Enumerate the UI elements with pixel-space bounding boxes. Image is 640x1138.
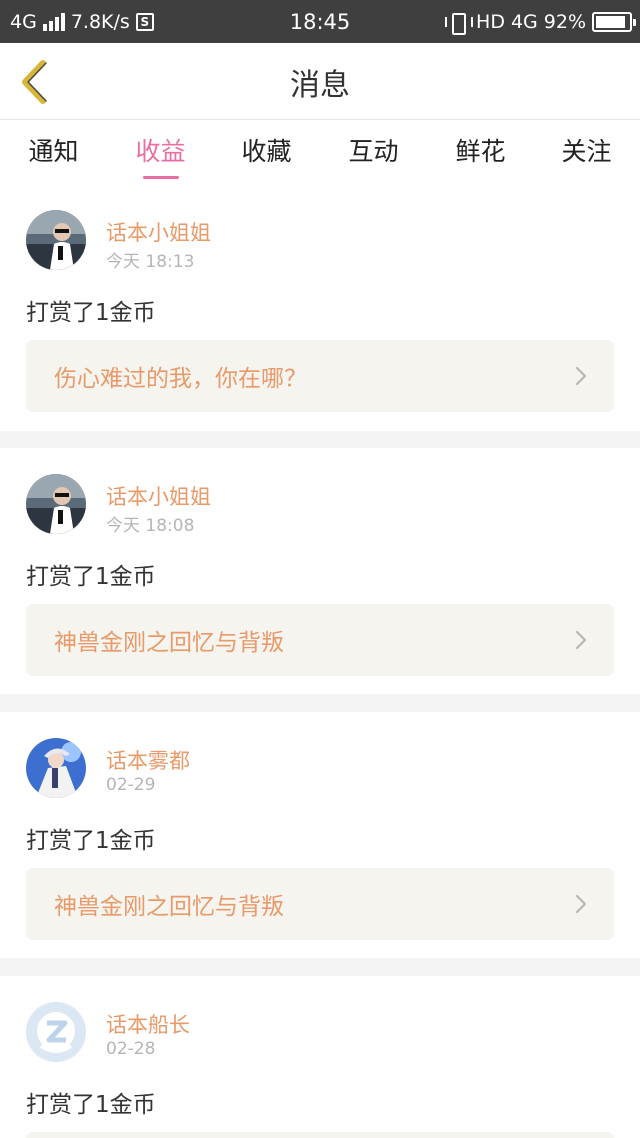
- tab-label: 鲜花: [455, 137, 506, 166]
- action-text: 打赏了1金币: [26, 300, 156, 326]
- story-link[interactable]: [26, 1132, 614, 1138]
- timestamp: 02-29: [106, 775, 156, 795]
- vibrate-icon: [444, 12, 474, 35]
- active-tab-indicator: [142, 176, 179, 179]
- timestamp: 今天 18:13: [106, 252, 195, 272]
- clock: 18:45: [289, 9, 351, 34]
- tab-bar: 通知 收益 收藏 互动 鲜花 关注: [0, 120, 640, 182]
- tab-label: 互动: [348, 137, 399, 166]
- battery-icon: [592, 11, 636, 32]
- action-text: 打赏了1金币: [26, 1092, 156, 1118]
- battery-percent: 92%: [543, 10, 586, 33]
- message-card: 话本小姐姐 今天 18:13 打赏了1金币 伤心难过的我，你在哪？: [0, 182, 640, 431]
- tab-flowers[interactable]: 鲜花: [427, 120, 534, 182]
- page-title: 消息: [290, 67, 350, 103]
- chevron-right-icon: [575, 366, 587, 386]
- default-avatar-icon: [26, 1002, 86, 1062]
- message-card: 话本小姐姐 今天 18:08 打赏了1金币 神兽金刚之回忆与背叛: [0, 448, 640, 694]
- action-text: 打赏了1金币: [26, 828, 156, 854]
- username[interactable]: 话本雾都: [106, 745, 190, 775]
- status-bar: 4G 7.8K/s S 18:45 HD 4G 92%: [0, 0, 640, 43]
- story-title: 伤心难过的我，你在哪？: [54, 366, 307, 392]
- story-title: 神兽金刚之回忆与背叛: [54, 894, 284, 920]
- action-text: 打赏了1金币: [26, 564, 156, 590]
- username[interactable]: 话本船长: [106, 1009, 190, 1039]
- tab-notifications[interactable]: 通知: [0, 120, 107, 182]
- tab-earnings[interactable]: 收益: [107, 120, 214, 182]
- hd-label: HD: [476, 10, 505, 33]
- tab-label: 关注: [561, 137, 612, 166]
- header: 消息: [0, 43, 640, 120]
- timestamp: 02-28: [106, 1039, 156, 1059]
- avatar[interactable]: [26, 1002, 86, 1062]
- username[interactable]: 话本小姐姐: [106, 481, 211, 511]
- story-title: 神兽金刚之回忆与背叛: [54, 630, 284, 656]
- chevron-right-icon: [575, 630, 587, 650]
- story-link[interactable]: 伤心难过的我，你在哪？: [26, 340, 614, 412]
- network-type-right: 4G: [510, 10, 538, 33]
- message-card: 话本雾都 02-29 打赏了1金币 神兽金刚之回忆与背叛: [0, 712, 640, 958]
- chevron-right-icon: [575, 894, 587, 914]
- timestamp: 今天 18:08: [106, 516, 195, 536]
- avatar[interactable]: [26, 474, 86, 534]
- tab-interactions[interactable]: 互动: [320, 120, 427, 182]
- tab-favorites[interactable]: 收藏: [213, 120, 320, 182]
- tab-label: 通知: [28, 137, 79, 166]
- avatar[interactable]: [26, 210, 86, 270]
- message-card: 话本船长 02-28 打赏了1金币: [0, 976, 640, 1138]
- tab-following[interactable]: 关注: [533, 120, 640, 182]
- story-link[interactable]: 神兽金刚之回忆与背叛: [26, 604, 614, 676]
- story-link[interactable]: 神兽金刚之回忆与背叛: [26, 868, 614, 940]
- avatar[interactable]: [26, 738, 86, 798]
- tab-label: 收益: [135, 137, 186, 166]
- username[interactable]: 话本小姐姐: [106, 217, 211, 247]
- tab-label: 收藏: [241, 137, 292, 166]
